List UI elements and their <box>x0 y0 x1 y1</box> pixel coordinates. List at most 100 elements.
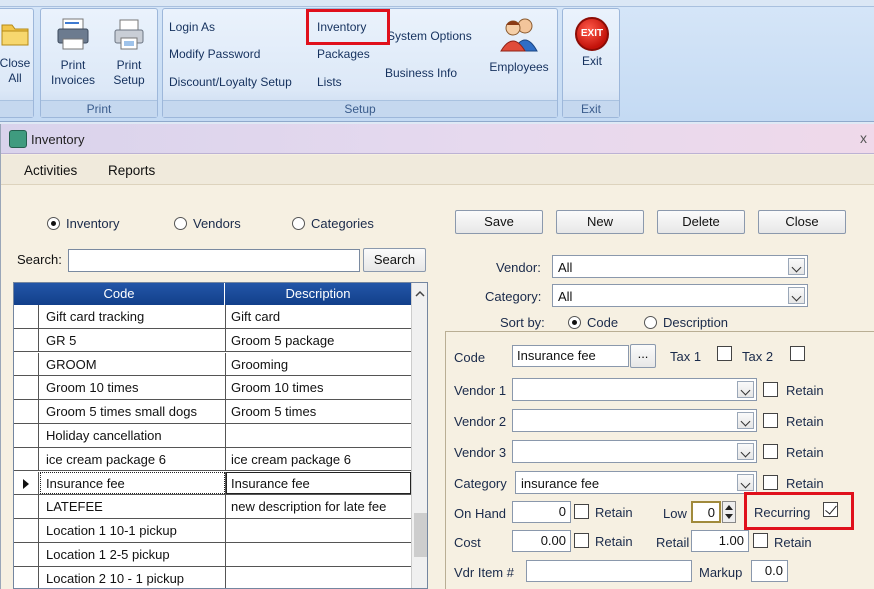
cell-code[interactable]: Insurance fee <box>46 476 224 491</box>
cell-description[interactable]: Insurance fee <box>231 476 409 491</box>
row-selector[interactable] <box>14 305 39 328</box>
print-invoices-line1: Print <box>60 58 86 72</box>
table-row[interactable]: Location 2 10 - 1 pickup <box>14 566 411 588</box>
row-selector[interactable] <box>14 495 39 518</box>
row-selector[interactable] <box>14 566 39 588</box>
search-button[interactable]: Search <box>363 248 426 272</box>
tax1-checkbox[interactable] <box>717 346 732 361</box>
close-window-icon[interactable]: x <box>860 130 867 146</box>
vendor1-select[interactable] <box>512 378 757 401</box>
row-selector[interactable] <box>14 519 39 542</box>
radio-inventory[interactable]: Inventory <box>47 216 119 231</box>
cell-description[interactable]: Gift card <box>231 309 409 324</box>
grid-scrollbar[interactable] <box>411 283 427 588</box>
business-info-link[interactable]: Business Info <box>385 66 457 80</box>
row-selector[interactable] <box>14 352 39 376</box>
cell-code[interactable]: Gift card tracking <box>46 309 224 324</box>
code-input[interactable]: Insurance fee <box>512 345 629 367</box>
row-selector[interactable] <box>14 543 39 566</box>
cell-code[interactable]: Location 2 10 - 1 pickup <box>46 571 224 586</box>
vendor3-retain-checkbox[interactable] <box>763 444 778 459</box>
low-input[interactable]: 0 <box>691 501 721 523</box>
cell-description[interactable]: new description for late fee <box>231 499 409 514</box>
cell-description[interactable]: Grooming <box>231 357 409 372</box>
delete-button[interactable]: Delete <box>657 210 745 234</box>
row-selector[interactable] <box>14 447 39 471</box>
cell-description[interactable]: Groom 5 package <box>231 333 409 348</box>
row-selector[interactable] <box>14 424 39 447</box>
table-row[interactable]: ice cream package 6 ice cream package 6 <box>14 447 411 472</box>
table-row[interactable]: Location 1 10-1 pickup <box>14 519 411 543</box>
vendor3-select[interactable] <box>512 440 757 463</box>
scroll-thumb[interactable] <box>414 513 427 557</box>
table-row[interactable]: GROOM Grooming <box>14 352 411 377</box>
system-options-link[interactable]: System Options <box>387 29 472 43</box>
save-button[interactable]: Save <box>455 210 543 234</box>
table-row[interactable]: GR 5 Groom 5 package <box>14 328 411 353</box>
cell-code[interactable]: GROOM <box>46 357 224 372</box>
menu-reports[interactable]: Reports <box>108 163 155 178</box>
column-code[interactable]: Code <box>14 283 225 305</box>
exit-button[interactable]: EXIT Exit <box>569 17 615 69</box>
scroll-up-icon[interactable] <box>415 287 425 297</box>
retail-input[interactable]: 1.00 <box>691 530 749 552</box>
close-all-button[interactable]: Close All <box>0 17 31 86</box>
print-invoices-button[interactable]: Print Invoices <box>47 17 99 88</box>
discount-loyalty-setup-link[interactable]: Discount/Loyalty Setup <box>169 75 292 89</box>
cell-code[interactable]: LATEFEE <box>46 499 224 514</box>
cell-description[interactable]: Groom 10 times <box>231 380 409 395</box>
vendor-filter-select[interactable]: All <box>552 255 808 278</box>
employees-button[interactable]: Employees <box>485 15 553 75</box>
retail-retain-checkbox[interactable] <box>753 533 768 548</box>
cost-retain-checkbox[interactable] <box>574 533 589 548</box>
table-row[interactable]: Insurance fee Insurance fee <box>14 471 411 496</box>
lists-link[interactable]: Lists <box>317 75 342 89</box>
packages-link[interactable]: Packages <box>317 47 370 61</box>
cell-code[interactable]: ice cream package 6 <box>46 452 224 467</box>
category-select[interactable]: insurance fee <box>515 471 757 494</box>
category-filter-select[interactable]: All <box>552 284 808 307</box>
column-description[interactable]: Description <box>225 283 411 305</box>
cell-code[interactable]: GR 5 <box>46 333 224 348</box>
cell-description[interactable]: Groom 5 times <box>231 404 409 419</box>
sort-by-code-radio[interactable]: Code <box>568 315 618 330</box>
sort-by-description-radio[interactable]: Description <box>644 315 728 330</box>
markup-input[interactable]: 0.0 <box>751 560 788 582</box>
menu-activities[interactable]: Activities <box>24 163 77 178</box>
row-selector[interactable] <box>14 328 39 352</box>
row-selector[interactable] <box>14 400 39 423</box>
modify-password-link[interactable]: Modify Password <box>169 47 260 61</box>
cell-code[interactable]: Groom 5 times small dogs <box>46 404 224 419</box>
tax2-checkbox[interactable] <box>790 346 805 361</box>
row-selector[interactable] <box>14 376 39 399</box>
search-input[interactable] <box>68 249 360 272</box>
table-row[interactable]: Groom 5 times small dogs Groom 5 times <box>14 400 411 424</box>
table-row[interactable]: Holiday cancellation <box>14 424 411 448</box>
browse-code-button[interactable]: ... <box>630 344 656 368</box>
cell-code[interactable]: Location 1 2-5 pickup <box>46 547 224 562</box>
vendor2-select[interactable] <box>512 409 757 432</box>
table-row[interactable]: Gift card tracking Gift card <box>14 305 411 329</box>
login-as-link[interactable]: Login As <box>169 20 215 34</box>
close-button[interactable]: Close <box>758 210 846 234</box>
row-selector[interactable] <box>14 471 39 495</box>
cell-code[interactable]: Holiday cancellation <box>46 428 224 443</box>
new-button[interactable]: New <box>556 210 644 234</box>
vdr-item-input[interactable] <box>526 560 692 582</box>
low-spinner[interactable] <box>722 501 736 523</box>
vendor1-retain-checkbox[interactable] <box>763 382 778 397</box>
table-row[interactable]: Location 1 2-5 pickup <box>14 543 411 567</box>
print-setup-button[interactable]: Print Setup <box>105 17 153 88</box>
cell-code[interactable]: Location 1 10-1 pickup <box>46 523 224 538</box>
category-retain-checkbox[interactable] <box>763 475 778 490</box>
vendor2-retain-checkbox[interactable] <box>763 413 778 428</box>
on-hand-retain-checkbox[interactable] <box>574 504 589 519</box>
cell-code[interactable]: Groom 10 times <box>46 380 224 395</box>
table-row[interactable]: Groom 10 times Groom 10 times <box>14 376 411 400</box>
cost-input[interactable]: 0.00 <box>512 530 571 552</box>
on-hand-input[interactable]: 0 <box>512 501 571 523</box>
table-row[interactable]: LATEFEE new description for late fee <box>14 495 411 519</box>
cell-description[interactable]: ice cream package 6 <box>231 452 409 467</box>
radio-vendors[interactable]: Vendors <box>174 216 241 231</box>
radio-categories[interactable]: Categories <box>292 216 374 231</box>
